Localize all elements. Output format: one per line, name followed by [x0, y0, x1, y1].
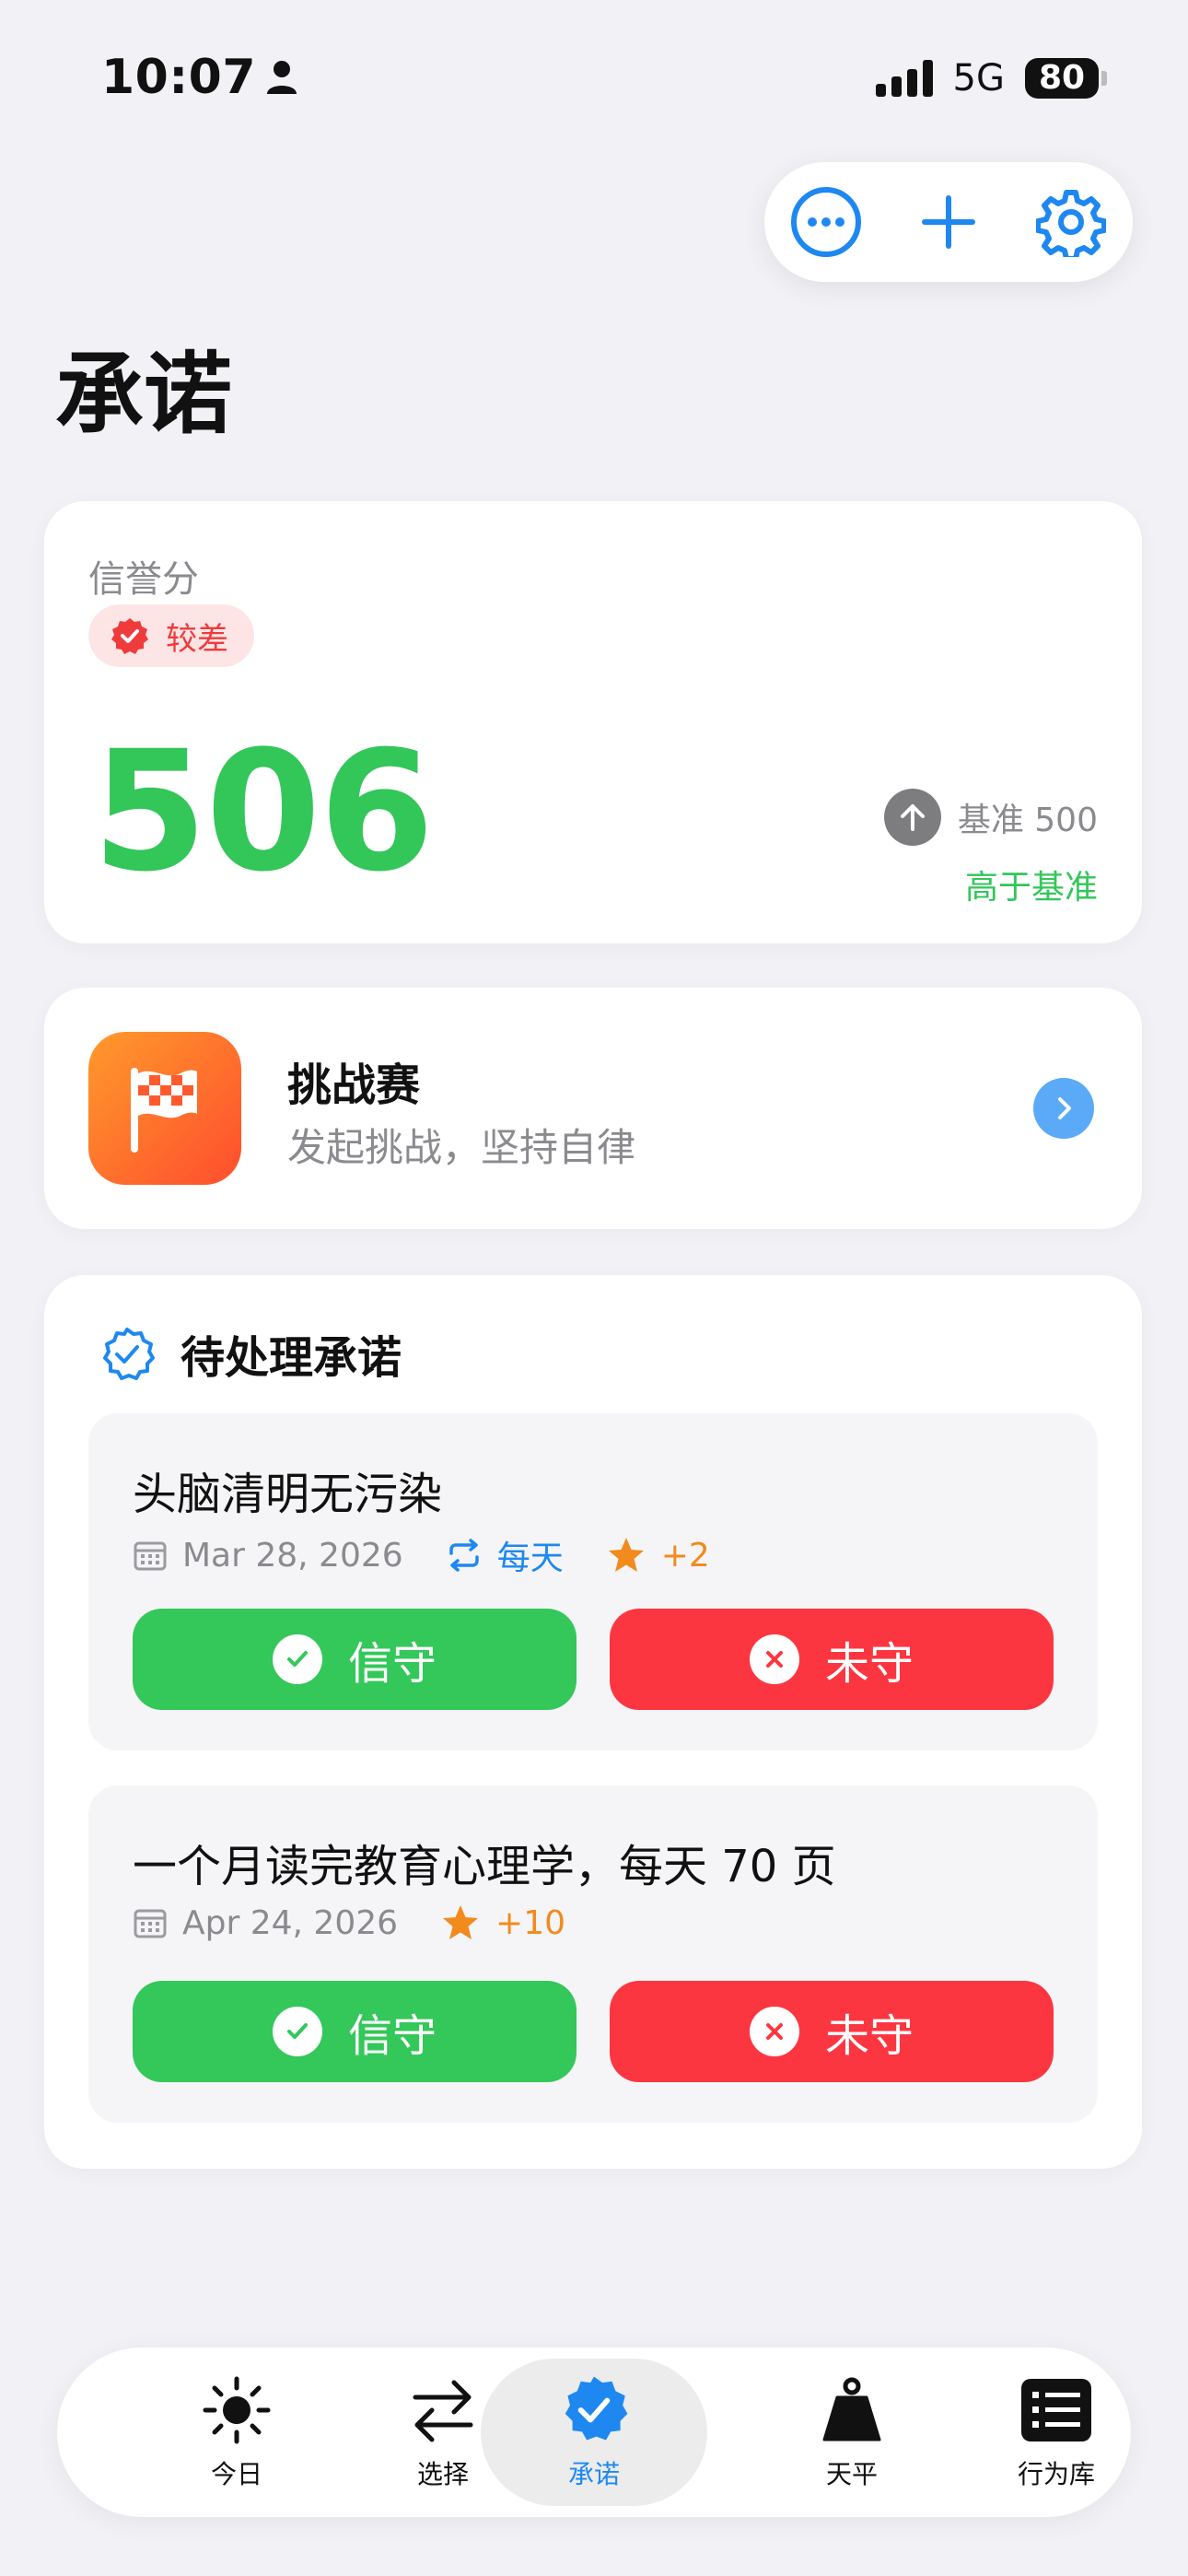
status-bar-indicators: 5G 80 [875, 57, 1107, 100]
tab-today[interactable]: 今日 [123, 2359, 350, 2506]
weight-icon [815, 2373, 889, 2447]
section-header: 待处理承诺 [99, 1321, 402, 1386]
baseline-note: 高于基准 [964, 869, 1098, 907]
list-icon [1019, 2373, 1093, 2447]
top-actions [764, 162, 1133, 282]
status-badge: 较差 [88, 604, 254, 667]
commitment-date: Mar 28, 2026 [182, 1536, 403, 1575]
tab-label: 承诺 [567, 2459, 620, 2489]
status-bar-time: 10:07 [101, 50, 298, 105]
pending-commitments-card: 待处理承诺 头脑清明无污染 Mar 28, 2026 每天 +2 信守 未守 一… [44, 1275, 1142, 2169]
xmark-circle-icon [749, 2007, 799, 2056]
section-title: 待处理承诺 [181, 1332, 402, 1384]
warning-seal-icon [111, 618, 148, 654]
commitment-item: 一个月读完教育心理学，每天 70 页 Apr 24, 2026 +10 信守 未… [88, 1786, 1098, 2123]
tab-label: 行为库 [1017, 2459, 1095, 2489]
clock: 10:07 [101, 50, 257, 105]
star-icon [608, 1538, 644, 1572]
commitment-date: Apr 24, 2026 [182, 1903, 399, 1942]
tab-balance[interactable]: 天平 [739, 2359, 965, 2506]
battery-icon: 80 [1025, 58, 1107, 99]
keep-button[interactable]: 信守 [133, 1609, 577, 1710]
tab-label: 天平 [825, 2459, 878, 2489]
settings-button[interactable] [1030, 181, 1112, 263]
commitment-item: 头脑清明无污染 Mar 28, 2026 每天 +2 信守 未守 [88, 1413, 1098, 1751]
keep-button-label: 信守 [347, 2010, 437, 2062]
tab-bar: 今日 选择 承诺 天平 行为库 [57, 2348, 1131, 2517]
checkered-flag-icon [88, 1032, 241, 1185]
person-icon [267, 61, 297, 94]
commitment-points: +2 [660, 1536, 710, 1575]
tab-label: 今日 [210, 2459, 262, 2489]
chevron-right-icon[interactable] [1033, 1078, 1094, 1139]
challenge-subtitle: 发起挑战，坚持自律 [287, 1125, 636, 1170]
checkmark-circle-icon [272, 1634, 322, 1684]
add-button[interactable] [907, 181, 990, 263]
seal-check-icon [557, 2373, 631, 2447]
miss-button-label: 未守 [824, 1638, 914, 1690]
arrows-swap-icon [406, 2373, 480, 2447]
xmark-circle-icon [749, 1634, 799, 1684]
commitment-meta: Apr 24, 2026 +10 [133, 1903, 565, 1942]
gear-icon [1036, 190, 1107, 257]
keep-button[interactable]: 信守 [133, 1981, 577, 2082]
baseline-row: 基准 500 [883, 789, 1098, 846]
more-button[interactable] [785, 181, 868, 263]
repeat-icon [448, 1539, 479, 1572]
sun-icon [200, 2373, 274, 2447]
credit-score-card: 信誉分 较差 506 基准 500 高于基准 [44, 501, 1142, 943]
network-type: 5G [952, 57, 1005, 100]
credit-score-label: 信誉分 [88, 558, 199, 601]
calendar-icon [134, 1909, 167, 1938]
badge-label: 较差 [166, 620, 228, 658]
tab-commitments[interactable]: 承诺 [481, 2359, 707, 2506]
commitment-meta: Mar 28, 2026 每天 +2 [133, 1531, 710, 1579]
tab-label: 选择 [416, 2459, 469, 2489]
ellipsis-circle-icon [790, 187, 861, 257]
miss-button[interactable]: 未守 [610, 1981, 1054, 2082]
challenge-card[interactable]: 挑战赛 发起挑战，坚持自律 [44, 988, 1142, 1229]
keep-button-label: 信守 [347, 1638, 437, 1690]
calendar-icon [134, 1541, 167, 1571]
tab-behavior-library[interactable]: 行为库 [943, 2359, 1170, 2506]
plus-icon [921, 195, 975, 249]
battery-level: 80 [1025, 58, 1099, 99]
commitment-repeat: 每天 [496, 1540, 564, 1577]
cellular-signal-icon [875, 60, 933, 97]
miss-button-label: 未守 [824, 2010, 914, 2062]
challenge-title: 挑战赛 [287, 1060, 421, 1111]
commitment-title: 一个月读完教育心理学，每天 70 页 [133, 1841, 836, 1892]
star-icon [443, 1905, 479, 1939]
seal-check-outline-icon [103, 1328, 155, 1380]
baseline-value: 基准 500 [957, 802, 1098, 839]
checkmark-circle-icon [272, 2007, 322, 2056]
credit-score-value: 506 [92, 716, 435, 908]
commitment-points: +10 [495, 1903, 566, 1942]
arrow-up-icon [883, 789, 941, 846]
page-title: 承诺 [55, 343, 232, 446]
miss-button[interactable]: 未守 [610, 1609, 1054, 1710]
commitment-title: 头脑清明无污染 [133, 1469, 443, 1520]
